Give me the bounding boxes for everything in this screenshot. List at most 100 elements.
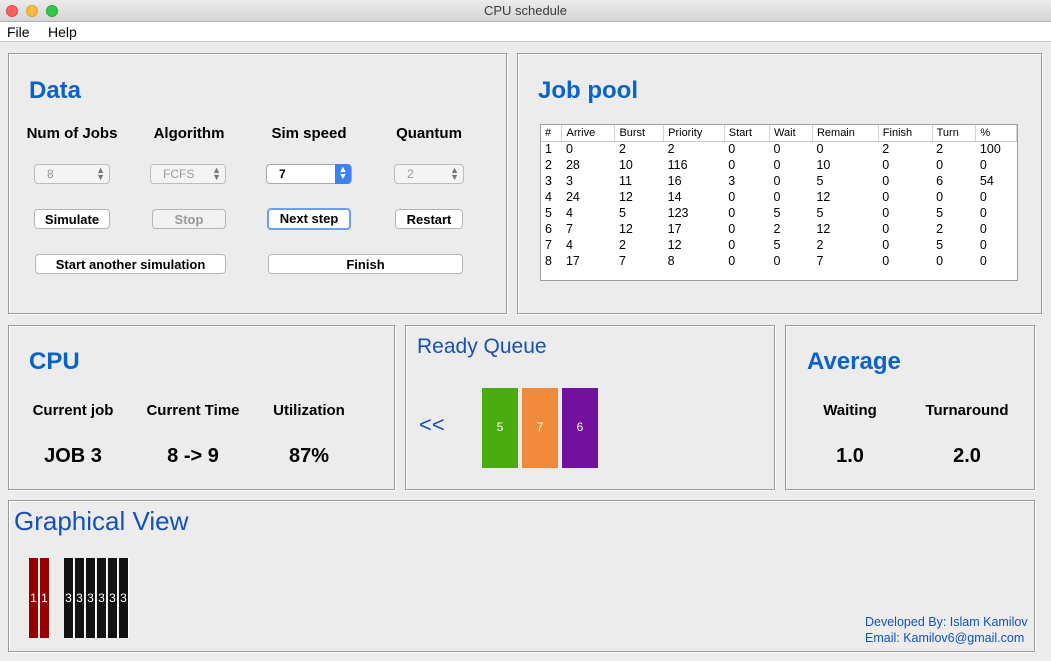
- menu-file[interactable]: File: [7, 24, 30, 40]
- table-cell: 6: [545, 222, 552, 236]
- table-cell: 10: [816, 158, 831, 172]
- start-another-simulation-button[interactable]: Start another simulation: [35, 254, 226, 274]
- table-cell: 0: [979, 190, 987, 204]
- gantt-bar: 3: [86, 558, 96, 638]
- table-cell: 14: [667, 190, 682, 204]
- table-cell: 28: [565, 158, 580, 172]
- column-header[interactable]: Turn: [932, 125, 977, 142]
- table-cell: 6: [936, 174, 944, 188]
- menu-help[interactable]: Help: [48, 24, 77, 40]
- column-header[interactable]: Wait: [769, 125, 813, 142]
- table-cell: 5: [816, 174, 824, 188]
- num-jobs-spinner[interactable]: 8 ▲ ▼: [34, 164, 110, 184]
- table-cell: 0: [882, 190, 890, 204]
- table-cell: 0: [728, 158, 736, 172]
- table-cell: 7: [565, 222, 573, 236]
- column-header[interactable]: Start: [724, 125, 771, 142]
- table-row[interactable]: 2 28 10 116 0 0 10 0 0 0: [541, 157, 1017, 173]
- quantum-spinner[interactable]: 2 ▲ ▼: [394, 164, 464, 184]
- current-job-label: Current job: [32, 402, 114, 419]
- table-cell: 5: [773, 238, 781, 252]
- table-cell: 116: [667, 158, 688, 172]
- table-cell: 12: [816, 190, 831, 204]
- simulate-button[interactable]: Simulate: [34, 209, 110, 229]
- developer-email: Email: Kamilov6@gmail.com: [865, 631, 1025, 645]
- current-time-value: 8 -> 9: [167, 445, 219, 467]
- utilization-value: 87%: [288, 445, 330, 467]
- column-header[interactable]: %: [975, 125, 1017, 142]
- gantt-bar: 3: [119, 558, 129, 638]
- table-cell: 2: [618, 142, 626, 157]
- algorithm-select[interactable]: FCFS ▲ ▼: [150, 164, 226, 184]
- table-cell: 0: [882, 206, 890, 220]
- column-header[interactable]: Remain: [812, 125, 879, 142]
- table-row[interactable]: 4 24 12 14 0 0 12 0 0 0: [541, 189, 1017, 205]
- gantt-bar: 3: [75, 558, 85, 638]
- table-cell: 0: [936, 190, 944, 204]
- table-cell: 4: [565, 238, 573, 252]
- table-cell: 16: [667, 174, 682, 188]
- table-cell: 0: [728, 206, 736, 220]
- average-title: Average: [807, 348, 901, 375]
- waiting-label: Waiting: [823, 402, 877, 419]
- table-cell: 0: [979, 254, 987, 268]
- turnaround-value: 2.0: [953, 445, 981, 467]
- table-cell: 0: [728, 238, 736, 252]
- job-pool-title: Job pool: [538, 77, 638, 104]
- table-cell: 5: [936, 238, 944, 252]
- column-header[interactable]: Priority: [663, 125, 725, 142]
- quantum-label: Quantum: [396, 125, 462, 142]
- table-cell: 24: [565, 190, 580, 204]
- table-cell: 0: [728, 222, 736, 236]
- table-row[interactable]: 1 0 2 2 0 0 0 2 2 100: [541, 141, 1017, 157]
- algorithm-label: Algorithm: [153, 125, 225, 142]
- table-cell: 2: [545, 158, 552, 172]
- current-time-label: Current Time: [146, 402, 240, 419]
- finish-button[interactable]: Finish: [268, 254, 463, 274]
- table-row[interactable]: 8 17 7 8 0 0 7 0 0 0: [541, 253, 1017, 269]
- table-cell: 4: [545, 190, 552, 204]
- table-row[interactable]: 6 7 12 17 0 2 12 0 2 0: [541, 221, 1017, 237]
- table-cell: 3: [565, 174, 573, 188]
- table-cell: 12: [618, 222, 633, 236]
- table-cell: 2: [936, 222, 944, 236]
- data-panel-title: Data: [29, 77, 82, 104]
- gantt-bar: 3: [64, 558, 74, 638]
- job-pool-table: # Arrive Burst Priority Start Wait Remain Finis…: [541, 125, 1017, 269]
- table-row[interactable]: 3 3 11 16 3 0 5 0 6 54: [541, 173, 1017, 189]
- next-step-button[interactable]: Next step: [267, 208, 351, 230]
- queue-job-5: 5: [482, 388, 518, 468]
- table-cell: 12: [667, 238, 682, 252]
- queue-job-label: 7: [536, 420, 544, 434]
- sim-speed-spinner[interactable]: 7 ▲ ▼: [266, 164, 352, 184]
- turnaround-label: Turnaround: [925, 402, 1009, 419]
- table-cell: 8: [545, 254, 552, 268]
- column-header[interactable]: Arrive: [561, 125, 616, 142]
- table-cell: 2: [667, 142, 675, 157]
- restart-button[interactable]: Restart: [395, 209, 463, 229]
- table-row[interactable]: 7 4 2 12 0 5 2 0 5 0: [541, 237, 1017, 253]
- table-cell: 2: [882, 142, 890, 157]
- table-row[interactable]: 5 4 5 123 0 5 5 0 5 0: [541, 205, 1017, 221]
- sim-speed-value: 7: [279, 167, 286, 181]
- table-cell: 5: [816, 206, 824, 220]
- stop-button[interactable]: Stop: [152, 209, 226, 229]
- column-header[interactable]: #: [541, 125, 563, 142]
- column-header[interactable]: Finish: [878, 125, 933, 142]
- gantt-bar: 3: [97, 558, 107, 638]
- table-cell: 0: [936, 254, 944, 268]
- job-pool-table-container[interactable]: # Arrive Burst Priority Start Wait Remain Finis…: [540, 124, 1018, 281]
- utilization-label: Utilization: [273, 402, 345, 419]
- table-cell: 0: [979, 158, 987, 172]
- table-cell: 0: [728, 142, 736, 157]
- cpu-panel-title: CPU: [29, 348, 80, 375]
- table-cell: 0: [773, 142, 781, 157]
- table-cell: 0: [979, 238, 987, 252]
- queue-job-7: 7: [522, 388, 558, 468]
- column-header[interactable]: Burst: [614, 125, 665, 142]
- spinner-arrows-icon[interactable]: ▲ ▼: [335, 164, 351, 184]
- table-cell: 2: [773, 222, 781, 236]
- table-cell: 8: [667, 254, 675, 268]
- table-cell: 0: [936, 158, 944, 172]
- table-cell: 54: [979, 174, 994, 188]
